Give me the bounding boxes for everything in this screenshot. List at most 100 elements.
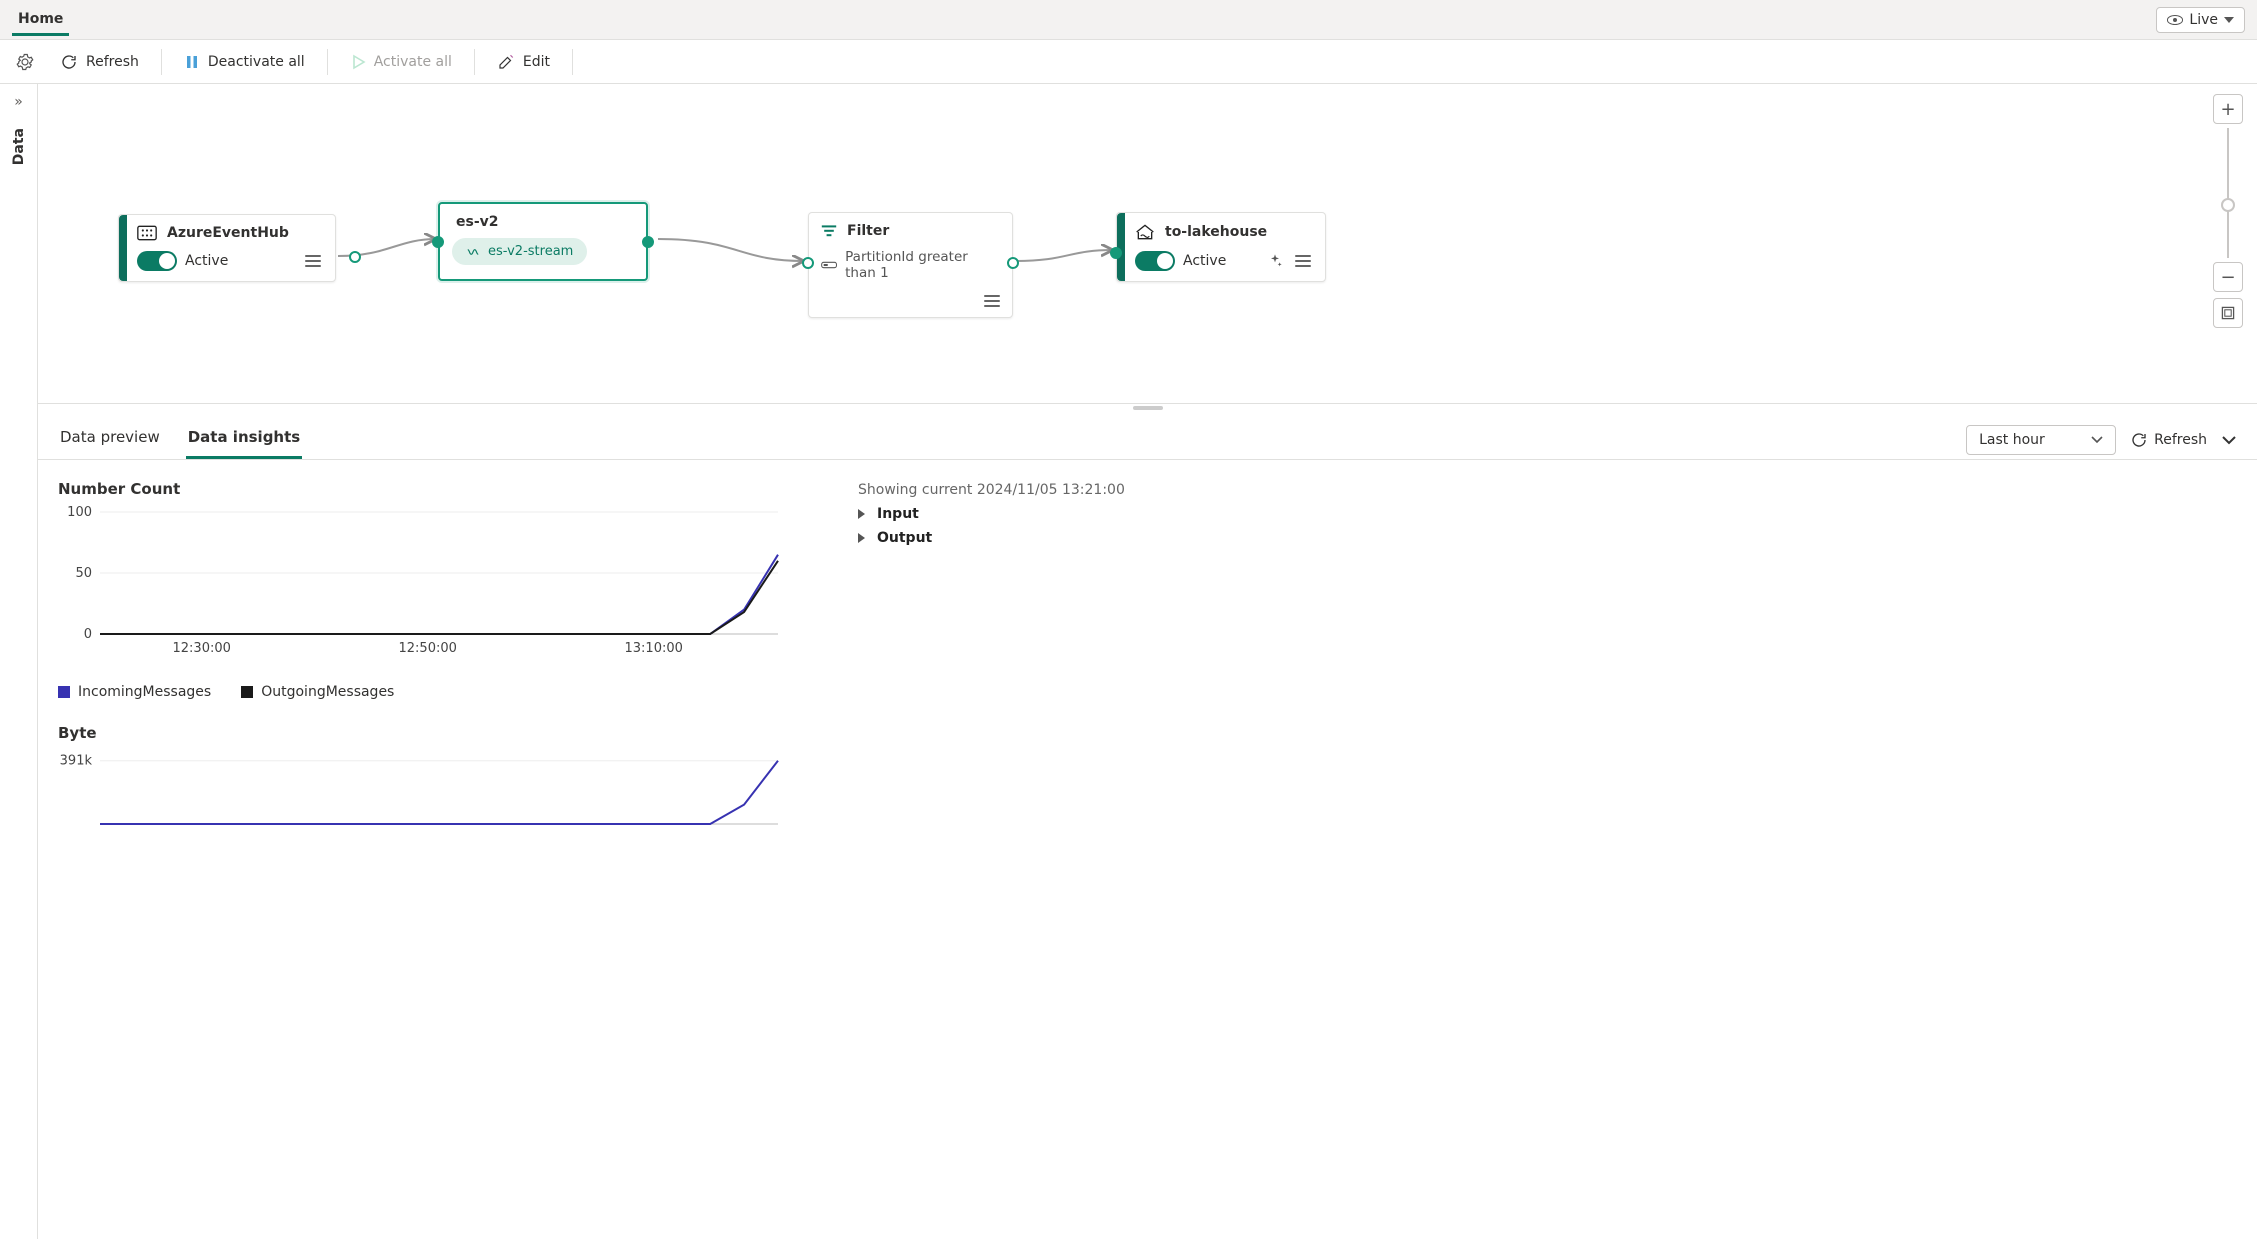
port-out[interactable] (1007, 257, 1019, 269)
main-area: » Data (0, 84, 2257, 1239)
node-filter[interactable]: Filter PartitionId greater than 1 (808, 212, 1013, 318)
live-label: Live (2189, 12, 2218, 28)
bottom-panel: Data preview Data insights Last hour Ref… (38, 412, 2257, 1239)
node-source[interactable]: AzureEventHub Active (118, 214, 336, 282)
port-in[interactable] (432, 236, 444, 248)
chevron-right-icon (858, 509, 865, 519)
svg-text:100: 100 (67, 506, 92, 520)
insights-input-section[interactable]: Input (858, 506, 2237, 522)
filter-desc: PartitionId greater than 1 (845, 249, 998, 281)
refresh-button[interactable]: Refresh (54, 49, 145, 75)
top-bar: Home Live (0, 0, 2257, 40)
expand-panel-button[interactable]: » (14, 94, 23, 110)
node-stream[interactable]: es-v2 es-v2-stream (438, 202, 648, 281)
insights-input-label: Input (877, 506, 919, 522)
node-title: Filter (847, 223, 889, 239)
chevron-down-icon (2091, 436, 2103, 444)
panel-refresh-label: Refresh (2154, 432, 2207, 448)
legend-label: OutgoingMessages (261, 684, 394, 700)
eye-icon (2167, 15, 2183, 25)
svg-text:0: 0 (84, 627, 92, 642)
charts-column: Number Count 05010012:30:0012:50:0013:10… (58, 480, 818, 858)
chevron-right-icon (858, 533, 865, 543)
legend-item: OutgoingMessages (241, 684, 394, 700)
zoom-slider[interactable] (2227, 128, 2229, 258)
insights-output-section[interactable]: Output (858, 530, 2237, 546)
chevron-down-icon (2224, 17, 2234, 23)
insights-side-info: Showing current 2024/11/05 13:21:00 Inpu… (858, 480, 2237, 858)
refresh-label: Refresh (86, 54, 139, 70)
chevron-down-icon (2221, 435, 2237, 445)
edit-label: Edit (523, 54, 550, 70)
filter-icon (821, 224, 837, 238)
legend-swatch (241, 686, 253, 698)
zoom-in-button[interactable]: + (2213, 94, 2243, 124)
source-status: Active (185, 253, 228, 269)
activate-all-button: Activate all (344, 50, 458, 74)
node-title: es-v2 (456, 214, 634, 230)
chart-byte: 391k (58, 750, 818, 830)
panel-refresh-button[interactable]: Refresh (2130, 431, 2207, 449)
port-in[interactable] (1110, 247, 1122, 259)
node-destination[interactable]: to-lakehouse Active (1116, 212, 1326, 282)
showing-timestamp: Showing current 2024/11/05 13:21:00 (858, 482, 2237, 498)
side-rail: » Data (0, 84, 38, 1239)
dest-active-toggle[interactable] (1135, 251, 1175, 271)
panel-tabs: Data preview Data insights (58, 420, 302, 459)
node-title: AzureEventHub (167, 225, 289, 241)
deactivate-all-button[interactable]: Deactivate all (178, 50, 311, 74)
refresh-icon (2130, 431, 2148, 449)
legend-swatch (58, 686, 70, 698)
insights-icon[interactable] (1267, 253, 1283, 269)
deactivate-all-label: Deactivate all (208, 54, 305, 70)
side-rail-label: Data (11, 128, 27, 165)
port-out[interactable] (349, 251, 361, 263)
panel-resize-handle[interactable] (38, 404, 2257, 412)
svg-text:13:10:00: 13:10:00 (625, 641, 683, 656)
chart-title-count: Number Count (58, 480, 818, 498)
tab-data-preview[interactable]: Data preview (58, 420, 162, 459)
node-menu-button[interactable] (305, 255, 321, 267)
panel-toolbar: Data preview Data insights Last hour Ref… (38, 412, 2257, 460)
edit-icon (497, 53, 515, 71)
pause-icon (184, 54, 200, 70)
legend-item: IncomingMessages (58, 684, 211, 700)
timerange-select[interactable]: Last hour (1966, 425, 2116, 455)
svg-text:12:30:00: 12:30:00 (173, 641, 231, 656)
panel-collapse-button[interactable] (2221, 435, 2237, 445)
port-out[interactable] (642, 236, 654, 248)
live-toggle-button[interactable]: Live (2156, 7, 2245, 33)
play-icon (350, 54, 366, 70)
edit-button[interactable]: Edit (491, 49, 556, 75)
event-hub-icon (137, 225, 157, 241)
tab-data-insights[interactable]: Data insights (186, 420, 303, 459)
refresh-icon (60, 53, 78, 71)
timerange-value: Last hour (1979, 432, 2045, 448)
insights-output-label: Output (877, 530, 932, 546)
port-in[interactable] (802, 257, 814, 269)
zoom-out-button[interactable]: − (2213, 262, 2243, 292)
toolbar: Refresh Deactivate all Activate all Edit (0, 40, 2257, 84)
settings-button[interactable] (10, 49, 40, 75)
stream-icon (466, 245, 480, 259)
stage: AzureEventHub Active es-v2 (38, 84, 2257, 1239)
zoom-controls: + − (2213, 94, 2243, 328)
graph-canvas[interactable]: AzureEventHub Active es-v2 (38, 84, 2257, 404)
node-accent (119, 215, 127, 281)
home-tab[interactable]: Home (12, 3, 69, 36)
separator (572, 49, 573, 75)
node-title: to-lakehouse (1165, 224, 1267, 240)
fit-to-screen-button[interactable] (2213, 298, 2243, 328)
node-menu-button[interactable] (1295, 255, 1311, 267)
rule-icon (821, 259, 837, 271)
chart-number-count: 05010012:30:0012:50:0013:10:00 (58, 506, 818, 656)
chart-legend: IncomingMessages OutgoingMessages (58, 684, 818, 700)
node-menu-button[interactable] (984, 295, 1000, 307)
separator (474, 49, 475, 75)
dest-status: Active (1183, 253, 1226, 269)
stream-pill[interactable]: es-v2-stream (452, 238, 587, 265)
source-active-toggle[interactable] (137, 251, 177, 271)
activate-all-label: Activate all (374, 54, 452, 70)
gear-icon (16, 53, 34, 71)
legend-label: IncomingMessages (78, 684, 211, 700)
